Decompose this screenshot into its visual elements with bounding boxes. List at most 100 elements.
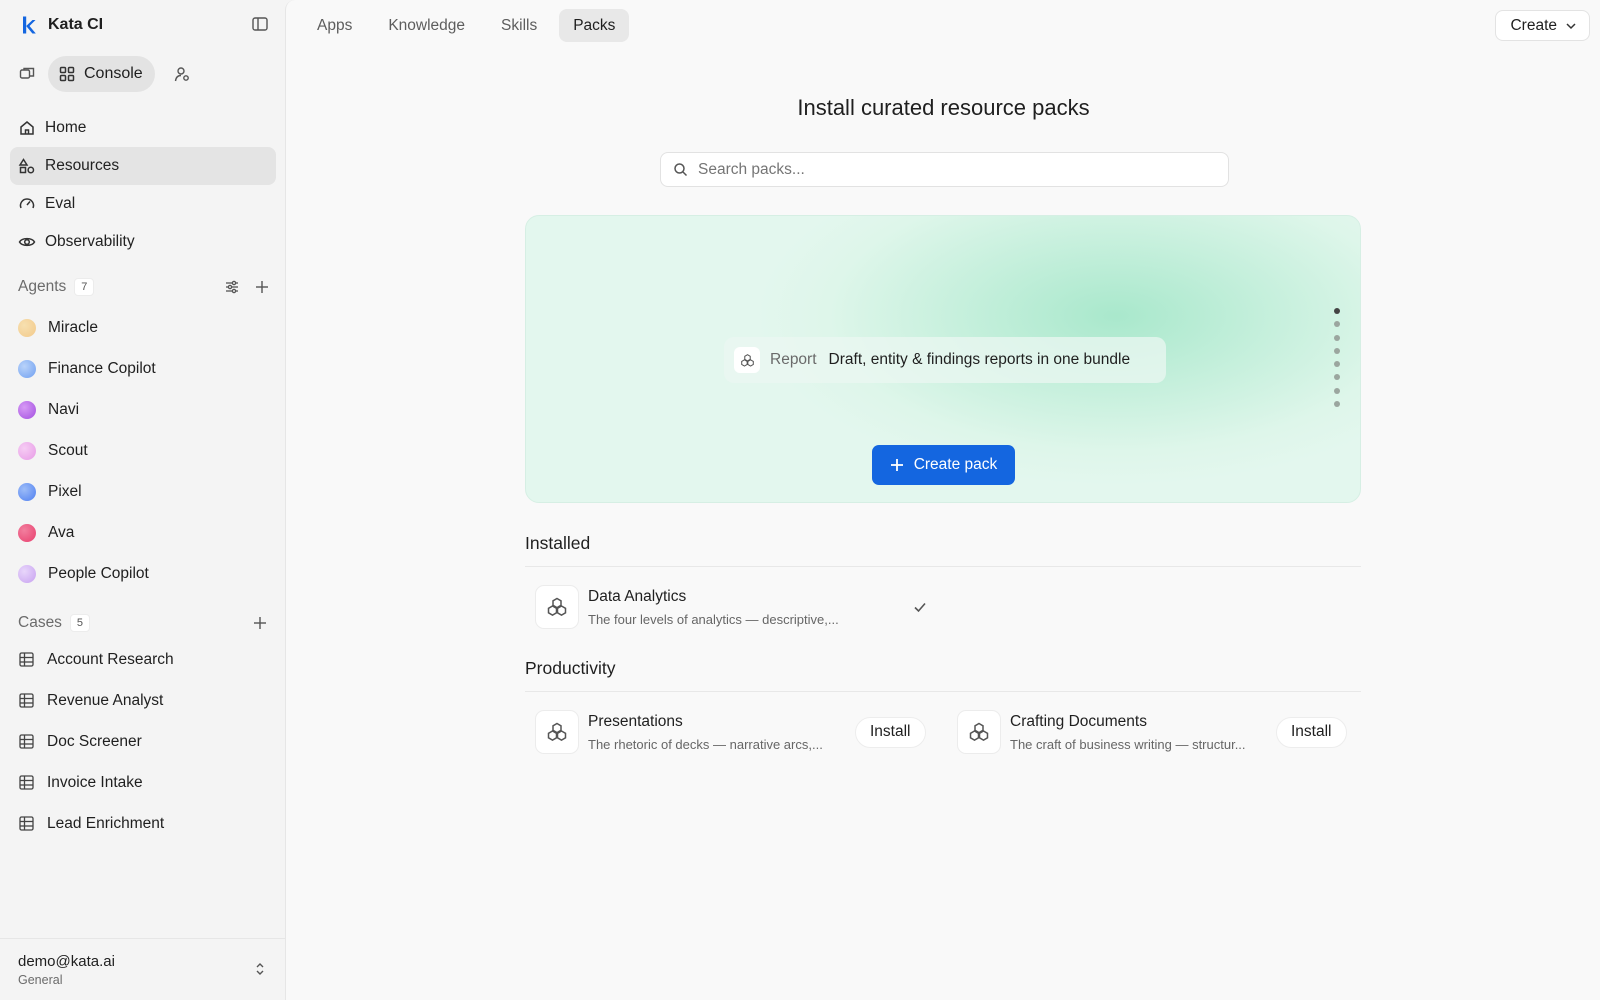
agents-count: 7 — [74, 278, 95, 296]
agent-name: Scout — [48, 441, 88, 459]
tab-knowledge[interactable]: Knowledge — [374, 9, 479, 42]
resources-icon — [18, 158, 35, 174]
agent-avatar — [18, 441, 36, 460]
pack-card-presentations[interactable]: Presentations The rhetoric of decks — na… — [535, 708, 926, 756]
tab-skills[interactable]: Skills — [487, 9, 551, 42]
user-settings-icon[interactable] — [173, 65, 191, 83]
pack-name: Data Analytics — [588, 587, 687, 605]
carousel-dots — [1334, 308, 1340, 414]
search-field[interactable] — [660, 152, 1229, 187]
agent-item[interactable]: Ava — [18, 512, 270, 553]
chevron-down-icon — [1566, 22, 1576, 29]
agent-name: People Copilot — [48, 564, 149, 582]
agents-header: Agents 7 — [18, 275, 270, 299]
pack-description: The craft of business writing — structur… — [1010, 736, 1246, 752]
filter-sliders-icon[interactable] — [224, 279, 240, 295]
agent-avatar — [18, 564, 36, 583]
case-item[interactable]: Lead Enrichment — [18, 803, 270, 844]
carousel-dot[interactable] — [1334, 387, 1340, 394]
plus-icon — [890, 459, 903, 471]
cases-label: Cases — [18, 614, 62, 631]
case-name: Revenue Analyst — [47, 691, 164, 709]
table-icon — [19, 734, 34, 749]
agents-label: Agents — [18, 278, 67, 295]
installed-section-title: Installed — [525, 533, 1361, 567]
search-input[interactable] — [698, 160, 1198, 179]
kata-logo-icon — [23, 16, 36, 34]
agent-list: Miracle Finance Copilot Navi Scout Pixel… — [18, 307, 270, 594]
create-pack-button[interactable]: Create pack — [872, 445, 1015, 485]
agent-name: Miracle — [48, 318, 98, 336]
add-agent-icon[interactable] — [254, 279, 270, 295]
eye-icon — [18, 237, 36, 247]
nav-item-resources[interactable]: Resources — [10, 147, 276, 185]
pack-card-crafting-documents[interactable]: Crafting Documents The craft of business… — [957, 708, 1347, 756]
agent-item[interactable]: People Copilot — [18, 553, 270, 594]
carousel-dot[interactable] — [1334, 347, 1340, 354]
productivity-section-title: Productivity — [525, 658, 1361, 692]
case-name: Account Research — [47, 650, 174, 668]
carousel-dot[interactable] — [1334, 334, 1340, 341]
agent-item[interactable]: Navi — [18, 389, 270, 430]
featured-pack-chip[interactable]: Report Draft, entity & findings reports … — [724, 337, 1166, 383]
gauge-icon — [19, 198, 35, 209]
nav-item-label: Observability — [45, 233, 135, 250]
case-item[interactable]: Doc Screener — [18, 721, 270, 762]
pack-card-data-analytics[interactable]: Data Analytics The four levels of analyt… — [535, 583, 928, 631]
table-icon — [19, 652, 34, 667]
grid-icon — [59, 66, 75, 82]
case-item[interactable]: Invoice Intake — [18, 762, 270, 803]
agent-item[interactable]: Scout — [18, 430, 270, 471]
main-panel: Apps Knowledge Skills Packs Create Insta… — [285, 0, 1600, 1000]
console-mode-button[interactable]: Console — [48, 56, 155, 92]
app-name: Kata CI — [48, 16, 104, 33]
install-button[interactable]: Install — [1276, 716, 1347, 748]
page-title: Install curated resource packs — [797, 95, 1090, 120]
agent-avatar — [18, 482, 36, 501]
sidebar-toggle-icon[interactable] — [251, 15, 269, 33]
case-name: Lead Enrichment — [47, 814, 165, 832]
pack-name: Crafting Documents — [1010, 712, 1147, 730]
nav-item-home[interactable]: Home — [10, 109, 276, 147]
agent-item[interactable]: Miracle — [18, 307, 270, 348]
tab-packs[interactable]: Packs — [559, 9, 630, 42]
featured-pack-kind: Report — [770, 351, 817, 368]
chat-icon[interactable] — [18, 65, 36, 83]
cubes-icon — [969, 722, 989, 741]
case-name: Doc Screener — [47, 732, 142, 750]
search-icon — [674, 163, 688, 177]
case-item[interactable]: Revenue Analyst — [18, 680, 270, 721]
case-list: Account Research Revenue Analyst Doc Scr… — [18, 639, 270, 844]
carousel-dot[interactable] — [1334, 308, 1340, 314]
carousel-dot[interactable] — [1334, 374, 1340, 381]
agent-avatar — [18, 523, 36, 542]
pack-name: Presentations — [588, 712, 683, 730]
install-button[interactable]: Install — [855, 716, 926, 748]
brand[interactable]: Kata CI — [20, 14, 103, 36]
sidebar: Kata CI Console Home Resources Eval Obse… — [0, 0, 285, 1000]
cubes-icon — [740, 353, 754, 367]
tab-apps[interactable]: Apps — [303, 9, 366, 42]
table-icon — [19, 816, 34, 831]
agent-item[interactable]: Finance Copilot — [18, 348, 270, 389]
case-item[interactable]: Account Research — [18, 639, 270, 680]
nav-item-eval[interactable]: Eval — [10, 185, 276, 223]
cases-count: 5 — [69, 614, 90, 632]
case-name: Invoice Intake — [47, 773, 143, 791]
nav-item-observability[interactable]: Observability — [10, 223, 276, 261]
add-case-icon[interactable] — [252, 615, 268, 631]
create-label: Create — [1510, 16, 1557, 34]
agent-name: Pixel — [48, 482, 82, 500]
carousel-dot[interactable] — [1334, 361, 1340, 368]
carousel-dot[interactable] — [1334, 321, 1340, 328]
create-dropdown-button[interactable]: Create — [1495, 10, 1590, 41]
carousel-dot[interactable] — [1334, 401, 1340, 408]
agent-item[interactable]: Pixel — [18, 471, 270, 512]
account-switcher[interactable]: demo@kata.ai General — [0, 938, 285, 1000]
nav-item-label: Eval — [45, 195, 76, 212]
table-icon — [19, 693, 34, 708]
home-icon — [20, 121, 34, 135]
cases-header: Cases 5 — [18, 611, 270, 635]
agent-avatar — [18, 400, 36, 419]
agent-name: Finance Copilot — [48, 359, 156, 377]
